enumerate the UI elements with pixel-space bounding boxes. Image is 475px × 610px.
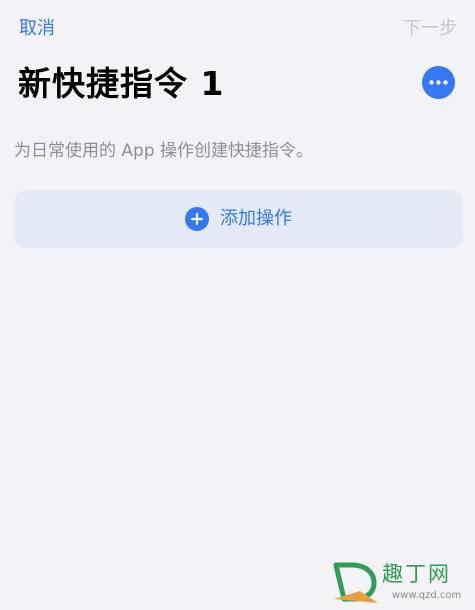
next-step-button[interactable]: 下一步 xyxy=(403,16,457,42)
cancel-button[interactable]: 取消 xyxy=(19,16,55,42)
watermark: 趣丁网 www.qzd.com xyxy=(330,555,470,607)
page-title: 新快捷指令 1 xyxy=(18,64,225,103)
plus-circle-icon xyxy=(185,207,209,231)
watermark-text: 趣丁网 xyxy=(382,562,451,586)
navigation-bar: 取消 下一步 xyxy=(0,16,475,44)
add-action-label: 添加操作 xyxy=(220,208,292,229)
add-action-button[interactable]: 添加操作 xyxy=(14,190,463,248)
title-row: 新快捷指令 1 xyxy=(0,60,475,112)
more-options-button[interactable] xyxy=(422,66,455,99)
ellipsis-icon xyxy=(429,80,448,85)
watermark-url: www.qzd.com xyxy=(392,590,462,601)
watermark-logo-icon xyxy=(333,562,378,603)
shortcut-description: 为日常使用的 App 操作创建快捷指令。 xyxy=(14,141,314,161)
